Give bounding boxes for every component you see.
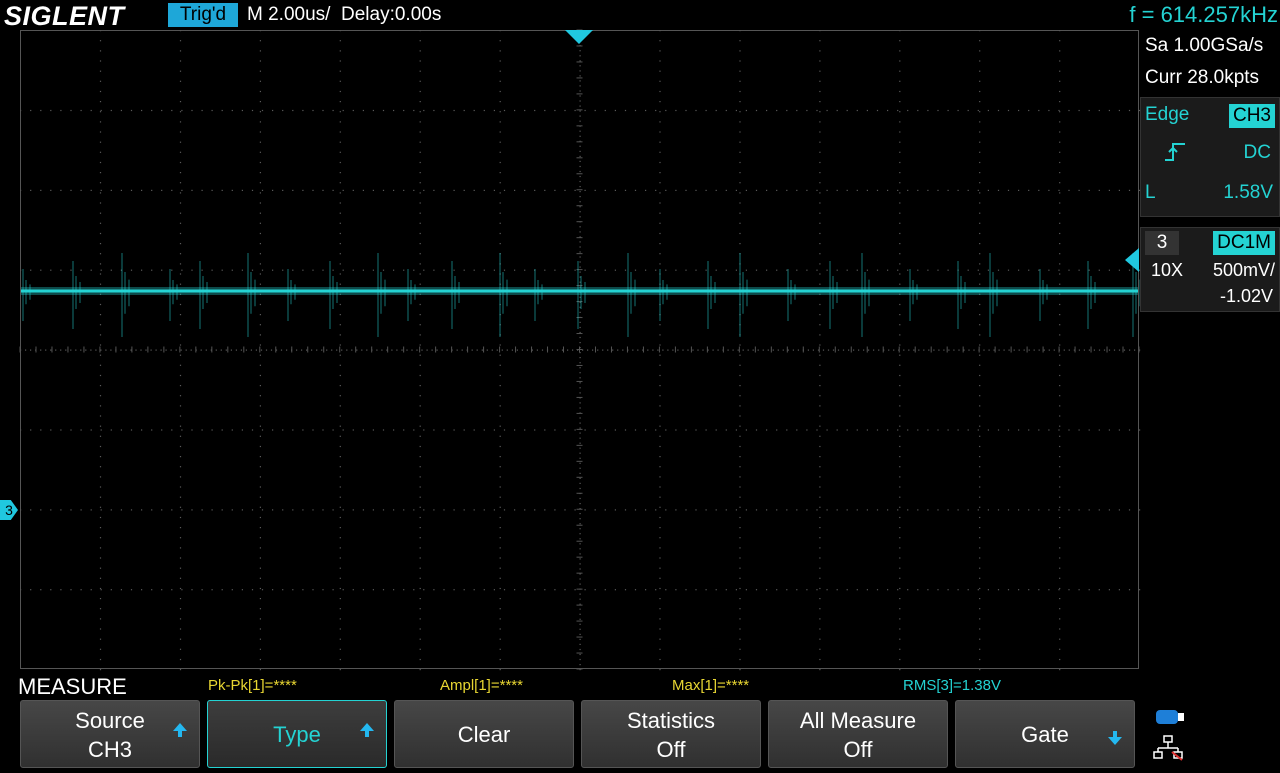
ch3-waveform-trace [21, 253, 1141, 337]
status-icons [1142, 700, 1280, 768]
trigger-type: Edge [1145, 104, 1190, 125]
probe-attenuation: 10X [1151, 260, 1184, 280]
trigger-source-badge: CH3 [1228, 104, 1275, 128]
softkey-menu: Source CH3 Type Clear Statistics Off All… [0, 700, 1280, 768]
trigger-level-label: L [1145, 182, 1156, 203]
all-measure-button-label: All Measure [799, 708, 917, 733]
statistics-button-value: Off [656, 737, 686, 762]
channel3-info-panel[interactable]: 3 DC1M 10X 500mV/ -1.02V [1140, 227, 1280, 312]
statistics-button-label: Statistics [626, 708, 716, 733]
sample-rate: Sa 1.00GSa/s [1145, 35, 1264, 56]
measure-title: MEASURE [18, 674, 127, 699]
type-button[interactable]: Type [207, 700, 387, 768]
arrow-up-icon [360, 723, 374, 737]
usb-icon [1156, 710, 1184, 724]
trigger-position-marker[interactable] [565, 30, 593, 44]
source-button-value: CH3 [87, 737, 132, 762]
measure-item-pkpk: Pk-Pk[1]=**** [208, 677, 297, 694]
channel-number: 3 [1145, 231, 1179, 255]
statistics-button[interactable]: Statistics Off [581, 700, 761, 768]
measure-item-max: Max[1]=**** [672, 677, 750, 694]
network-icon [1153, 735, 1183, 761]
measure-item-rms: RMS[3]=1.38V [903, 677, 1001, 694]
all-measure-button-value: Off [843, 737, 873, 762]
trigger-level-value: 1.58V [1223, 182, 1273, 203]
channel-coupling-badge: DC1M [1213, 231, 1275, 255]
trigger-level-marker[interactable] [1125, 248, 1139, 272]
arrow-down-icon [1108, 731, 1122, 745]
rising-edge-icon [1165, 143, 1185, 161]
type-button-label: Type [273, 722, 321, 747]
source-button[interactable]: Source CH3 [20, 700, 200, 768]
clear-button-label: Clear [457, 722, 511, 747]
trigger-info-panel[interactable]: Edge CH3 DC L 1.58V [1140, 97, 1280, 217]
acquisition-info: Sa 1.00GSa/s Curr 28.0kpts [1140, 30, 1280, 94]
trigger-coupling: DC [1243, 142, 1271, 163]
vertical-offset: -1.02V [1219, 286, 1273, 306]
measure-item-ampl: Ampl[1]=**** [440, 677, 523, 694]
all-measure-button[interactable]: All Measure Off [768, 700, 948, 768]
vertical-scale: 500mV/ [1212, 260, 1275, 280]
gate-button[interactable]: Gate [955, 700, 1135, 768]
clear-button[interactable]: Clear [394, 700, 574, 768]
measure-bar: MEASURE Pk-Pk[1]=**** Ampl[1]=**** Max[1… [0, 672, 1140, 700]
memory-depth: Curr 28.0kpts [1145, 67, 1260, 88]
gate-button-label: Gate [1021, 722, 1069, 747]
arrow-up-icon [173, 723, 187, 737]
